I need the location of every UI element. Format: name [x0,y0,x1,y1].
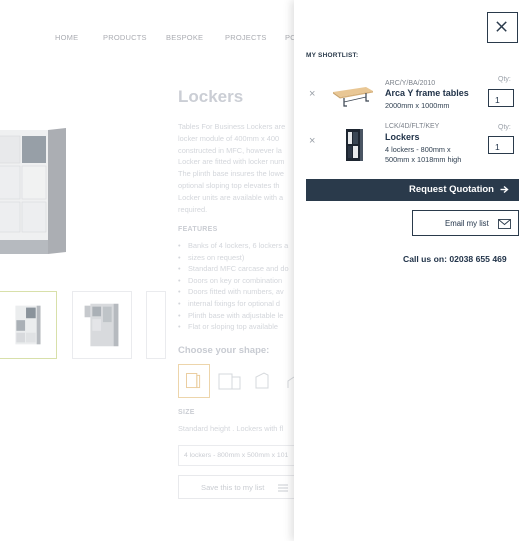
item-code: LCK/4D/FLT/KEY [385,123,440,130]
quantity-input[interactable] [488,89,514,107]
shortlist-heading: MY SHORTLIST: [306,52,359,59]
item-name[interactable]: Lockers [385,132,420,142]
item-spec: 4 lockers - 800mm x 500mm x 1018mm high [385,145,462,164]
email-list-button[interactable]: Email my list [412,210,519,236]
qty-label: Qty: [498,76,511,83]
remove-item-button[interactable]: × [309,88,315,100]
shortlist-panel: MY SHORTLIST: × ARC/Y/BA/2010 Arca Y fra… [294,0,531,541]
remove-item-button[interactable]: × [309,135,315,147]
item-name[interactable]: Arca Y frame tables [385,88,469,98]
locker-thumbnail-icon [346,129,363,161]
quantity-input[interactable] [488,136,514,154]
request-quotation-label: Request Quotation [409,184,494,195]
table-thumbnail-icon [333,87,373,107]
item-code: ARC/Y/BA/2010 [385,80,436,87]
email-list-label: Email my list [445,219,489,228]
page-overlay[interactable] [0,0,300,541]
qty-label: Qty: [498,124,511,131]
close-icon [496,21,507,32]
call-us-text: Call us on: 02038 655 469 [403,254,507,264]
arrow-right-icon [500,185,509,194]
close-button[interactable] [487,12,518,43]
request-quotation-button[interactable]: Request Quotation [306,179,519,201]
envelope-icon [498,219,511,229]
item-spec: 2000mm x 1000mm [385,101,450,110]
shortlist-item: × LCK/4D/FLT/KEY Lockers 4 lockers - 800… [294,122,531,182]
